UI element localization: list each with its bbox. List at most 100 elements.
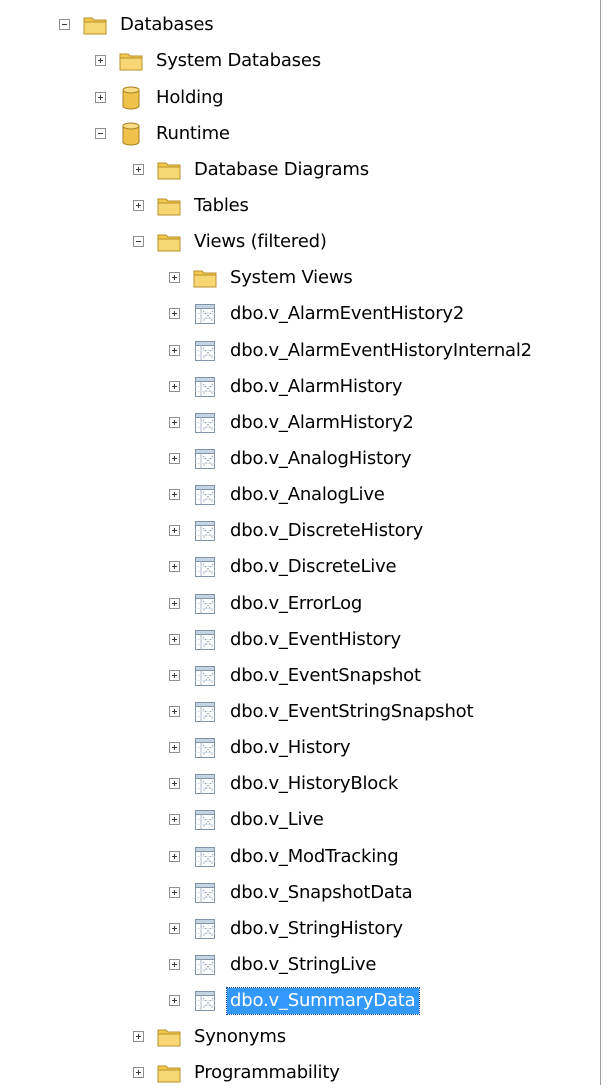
tree-node-label: dbo.v_ErrorLog — [230, 592, 363, 614]
view-icon — [193, 593, 217, 615]
tree-node-view[interactable]: dbo.v_SnapshotData — [169, 874, 415, 911]
view-icon — [193, 954, 217, 976]
collapse-toggle-icon[interactable] — [59, 19, 70, 30]
tree-node-view[interactable]: dbo.v_AlarmEventHistoryInternal2 — [169, 332, 535, 369]
expand-toggle-icon[interactable] — [169, 381, 180, 392]
tree-node-system-views[interactable]: System Views — [169, 259, 356, 296]
view-icon — [193, 340, 217, 362]
tree-node-system-databases[interactable]: System Databases — [95, 42, 324, 79]
tree-node-view[interactable]: dbo.v_AlarmHistory2 — [169, 404, 417, 441]
tree-node-runtime[interactable]: Runtime — [95, 115, 233, 152]
expand-toggle-icon[interactable] — [133, 200, 144, 211]
view-icon — [193, 520, 217, 542]
expand-toggle-icon[interactable] — [169, 995, 180, 1006]
expand-toggle-icon[interactable] — [169, 453, 180, 464]
tree-node-view[interactable]: dbo.v_EventHistory — [169, 621, 404, 658]
tree-node-view-selected[interactable]: dbo.v_SummaryData — [169, 982, 420, 1019]
view-icon — [193, 556, 217, 578]
expand-toggle-icon[interactable] — [133, 164, 144, 175]
expand-toggle-icon[interactable] — [95, 92, 106, 103]
collapse-toggle-icon[interactable] — [95, 128, 106, 139]
tree-node-view[interactable]: dbo.v_AlarmEventHistory2 — [169, 295, 467, 332]
tree-node-label: dbo.v_AnalogLive — [230, 483, 385, 505]
expand-toggle-icon[interactable] — [133, 1031, 144, 1042]
tree-node-database-diagrams[interactable]: Database Diagrams — [133, 151, 372, 188]
tree-node-view[interactable]: dbo.v_AnalogHistory — [169, 440, 414, 477]
tree-node-tables[interactable]: Tables — [133, 187, 252, 224]
tree-node-label: dbo.v_History — [230, 736, 351, 758]
tree-node-view[interactable]: dbo.v_Live — [169, 801, 327, 838]
view-icon — [193, 990, 217, 1012]
expand-toggle-icon[interactable] — [169, 634, 180, 645]
object-explorer-tree: Databases System Databases Holding Runti… — [0, 0, 601, 1085]
expand-toggle-icon[interactable] — [169, 778, 180, 789]
tree-node-label: Holding — [156, 86, 224, 108]
expand-toggle-icon[interactable] — [169, 706, 180, 717]
view-icon — [193, 737, 217, 759]
expand-toggle-icon[interactable] — [169, 923, 180, 934]
expand-toggle-icon[interactable] — [169, 272, 180, 283]
view-icon — [193, 448, 217, 470]
tree-node-view[interactable]: dbo.v_DiscreteHistory — [169, 512, 426, 549]
tree-node-view[interactable]: dbo.v_DiscreteLive — [169, 548, 399, 585]
collapse-toggle-icon[interactable] — [133, 236, 144, 247]
expand-toggle-icon[interactable] — [133, 1067, 144, 1078]
expand-toggle-icon[interactable] — [169, 851, 180, 862]
expand-toggle-icon[interactable] — [169, 489, 180, 500]
expand-toggle-icon[interactable] — [169, 670, 180, 681]
database-icon — [119, 86, 143, 109]
tree-node-view[interactable]: dbo.v_History — [169, 729, 353, 766]
tree-node-label: dbo.v_AlarmHistory — [230, 375, 403, 397]
tree-node-label: Synonyms — [194, 1025, 286, 1047]
view-icon — [193, 412, 217, 434]
tree-node-view[interactable]: dbo.v_StringLive — [169, 946, 379, 983]
expand-toggle-icon[interactable] — [169, 308, 180, 319]
expand-toggle-icon[interactable] — [169, 959, 180, 970]
tree-node-view[interactable]: dbo.v_EventSnapshot — [169, 657, 424, 694]
folder-icon — [157, 195, 181, 217]
folder-icon — [157, 231, 181, 253]
tree-node-view[interactable]: dbo.v_ModTracking — [169, 838, 401, 875]
tree-node-label: dbo.v_Live — [230, 808, 324, 830]
tree-node-label: dbo.v_EventSnapshot — [230, 664, 421, 686]
tree-node-databases[interactable]: Databases — [59, 6, 216, 43]
tree-node-label: Tables — [194, 194, 249, 216]
tree-node-label: dbo.v_AlarmHistory2 — [230, 411, 414, 433]
expand-toggle-icon[interactable] — [169, 742, 180, 753]
tree-node-label: Views (filtered) — [194, 230, 327, 252]
tree-node-view[interactable]: dbo.v_AnalogLive — [169, 476, 388, 513]
tree-node-label: Runtime — [156, 122, 230, 144]
tree-node-label: dbo.v_DiscreteLive — [230, 555, 397, 577]
view-icon — [193, 701, 217, 723]
tree-node-programmability[interactable]: Programmability — [133, 1054, 343, 1091]
expand-toggle-icon[interactable] — [169, 417, 180, 428]
folder-icon — [157, 159, 181, 181]
tree-node-view[interactable]: dbo.v_ErrorLog — [169, 585, 365, 622]
tree-node-label: dbo.v_AnalogHistory — [230, 447, 412, 469]
tree-node-label: System Views — [230, 266, 353, 288]
tree-node-label: dbo.v_HistoryBlock — [230, 772, 399, 794]
tree-node-view[interactable]: dbo.v_StringHistory — [169, 910, 406, 947]
tree-node-view[interactable]: dbo.v_HistoryBlock — [169, 765, 401, 802]
tree-node-label: dbo.v_SnapshotData — [230, 881, 413, 903]
expand-toggle-icon[interactable] — [169, 345, 180, 356]
folder-icon — [157, 1062, 181, 1084]
tree-node-synonyms[interactable]: Synonyms — [133, 1018, 289, 1055]
expand-toggle-icon[interactable] — [169, 561, 180, 572]
view-icon — [193, 882, 217, 904]
expand-toggle-icon[interactable] — [169, 814, 180, 825]
expand-toggle-icon[interactable] — [95, 55, 106, 66]
view-icon — [193, 376, 217, 398]
tree-node-label: dbo.v_StringLive — [230, 953, 377, 975]
tree-node-view[interactable]: dbo.v_EventStringSnapshot — [169, 693, 476, 730]
tree-node-view[interactable]: dbo.v_AlarmHistory — [169, 368, 405, 405]
tree-node-label: Programmability — [194, 1061, 340, 1083]
expand-toggle-icon[interactable] — [169, 525, 180, 536]
tree-node-holding[interactable]: Holding — [95, 79, 226, 116]
tree-node-views[interactable]: Views (filtered) — [133, 223, 330, 260]
expand-toggle-icon[interactable] — [169, 887, 180, 898]
tree-node-label: dbo.v_EventStringSnapshot — [230, 700, 474, 722]
tree-node-label: dbo.v_DiscreteHistory — [230, 519, 424, 541]
expand-toggle-icon[interactable] — [169, 598, 180, 609]
view-icon — [193, 303, 217, 325]
